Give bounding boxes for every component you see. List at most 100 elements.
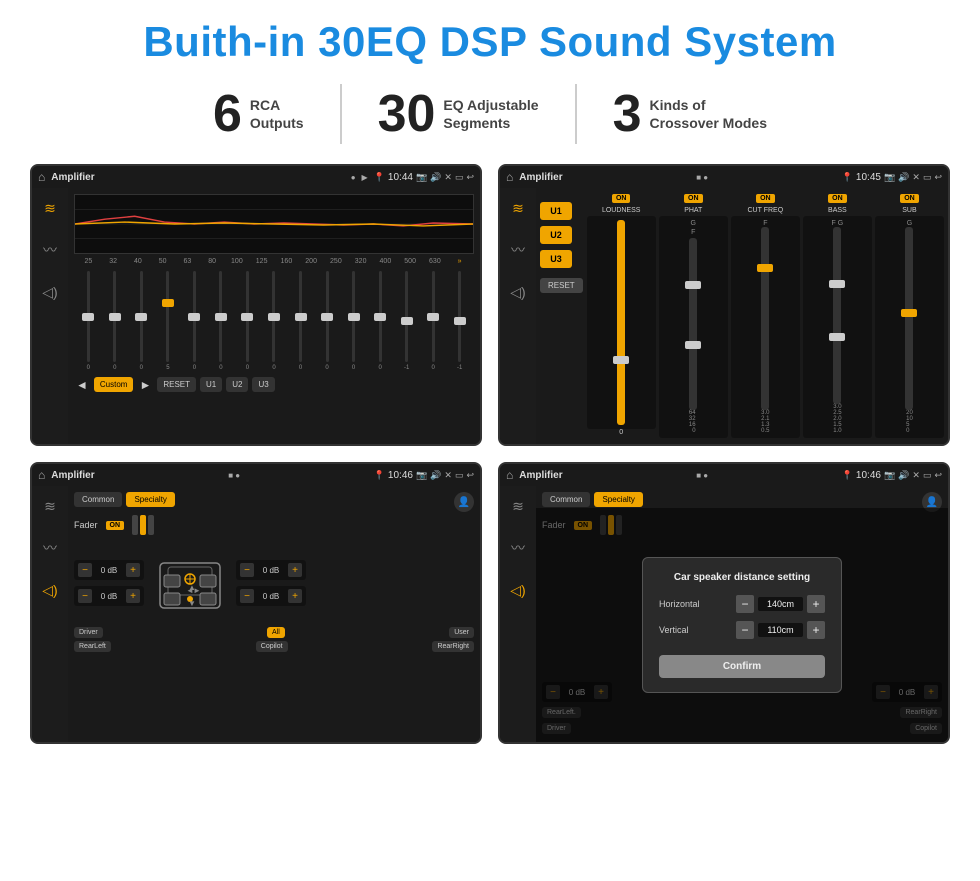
dlg-home-icon[interactable]: ⌂: [506, 468, 513, 482]
dlg-status-bar: ⌂ Amplifier ■ ● 📍 10:46 📷 🔊 ✕ ▭ ↩: [500, 464, 948, 486]
cx-bass-slider[interactable]: F G 3.02.52.01.51.0: [803, 216, 872, 438]
eq-u2-btn[interactable]: U2: [226, 377, 248, 392]
sp-copilot-label[interactable]: Copilot: [256, 641, 288, 652]
sp-filter-icon[interactable]: ≋: [38, 494, 62, 518]
sp-user-label[interactable]: User: [449, 627, 474, 638]
eq-slider-1[interactable]: 0: [103, 271, 128, 371]
cx-filter-icon[interactable]: ≋: [506, 196, 530, 220]
cx-u3-btn[interactable]: U3: [540, 250, 572, 268]
eq-slider-4[interactable]: 0: [182, 271, 207, 371]
eq-filter-icon[interactable]: ≋: [38, 196, 62, 220]
eq-dot-icon: ●: [351, 173, 356, 182]
eq-location-icon: 📍: [374, 172, 385, 183]
sp-vol-rr-value: 0 dB: [257, 592, 285, 601]
eq-freq-250: 250: [324, 258, 349, 265]
sp-common-tab[interactable]: Common: [74, 492, 122, 507]
sp-vol-fr-minus[interactable]: −: [240, 563, 254, 577]
sp-vol-fl-minus[interactable]: −: [78, 563, 92, 577]
dlg-window-icon: ▭: [923, 470, 932, 481]
eq-slider-9[interactable]: 0: [315, 271, 340, 371]
eq-home-icon[interactable]: ⌂: [38, 170, 45, 184]
cx-speaker-icon[interactable]: ◁): [506, 280, 530, 304]
eq-wave-icon[interactable]: 〰: [38, 238, 62, 262]
eq-back-icon[interactable]: ↩: [466, 172, 474, 183]
eq-expand-icon[interactable]: »: [447, 258, 472, 265]
cx-back-icon[interactable]: ↩: [934, 172, 942, 183]
eq-slider-0[interactable]: 0: [76, 271, 101, 371]
sp-vol-fr-plus[interactable]: +: [288, 563, 302, 577]
dialog-horizontal-minus[interactable]: −: [736, 595, 754, 613]
sp-rearright-label[interactable]: RearRight: [432, 641, 474, 652]
dlg-wave-icon[interactable]: 〰: [506, 536, 530, 560]
sp-home-icon[interactable]: ⌂: [38, 468, 45, 482]
eq-u3-btn[interactable]: U3: [252, 377, 274, 392]
sp-vol-rr-minus[interactable]: −: [240, 589, 254, 603]
dialog-box: Car speaker distance setting Horizontal …: [642, 557, 842, 693]
eq-slider-13[interactable]: 0: [421, 271, 446, 371]
sp-fader-on[interactable]: ON: [106, 521, 125, 530]
cx-home-icon[interactable]: ⌂: [506, 170, 513, 184]
eq-slider-8[interactable]: 0: [288, 271, 313, 371]
sp-x-icon: ✕: [444, 470, 452, 481]
dialog-vertical-plus[interactable]: +: [807, 621, 825, 639]
eq-slider-12[interactable]: -1: [394, 271, 419, 371]
sp-tabs-row: Common Specialty: [74, 492, 474, 507]
cx-channels: ON LOUDNESS 0: [587, 194, 944, 438]
sp-vol-rr-plus[interactable]: +: [288, 589, 302, 603]
eq-slider-6[interactable]: 0: [235, 271, 260, 371]
sp-specialty-tab[interactable]: Specialty: [126, 492, 174, 507]
eq-u1-btn[interactable]: U1: [200, 377, 222, 392]
sp-driver-label[interactable]: Driver: [74, 627, 103, 638]
sp-vol-rr: − 0 dB +: [236, 586, 306, 606]
dialog-horizontal-plus[interactable]: +: [807, 595, 825, 613]
cx-channel-bass: ON BASS F G 3.02.52.01.51.0: [803, 194, 872, 438]
dialog-vertical-minus[interactable]: −: [736, 621, 754, 639]
dlg-specialty-tab[interactable]: Specialty: [594, 492, 642, 507]
eq-slider-5[interactable]: 0: [209, 271, 234, 371]
eq-custom-btn[interactable]: Custom: [94, 377, 134, 392]
dlg-filter-icon[interactable]: ≋: [506, 494, 530, 518]
eq-next-btn[interactable]: ►: [137, 378, 153, 392]
dialog-confirm-button[interactable]: Confirm: [659, 655, 825, 678]
sp-vol-rl-minus[interactable]: −: [78, 589, 92, 603]
cx-loudness-slider[interactable]: [587, 216, 656, 429]
cx-wave-icon[interactable]: 〰: [506, 238, 530, 262]
cx-cutfreq-slider[interactable]: F 3.02.11.30.5: [731, 216, 800, 438]
sp-back-icon[interactable]: ↩: [466, 470, 474, 481]
dlg-status-icons: 📍 10:46 📷 🔊 ✕ ▭ ↩: [842, 470, 942, 481]
sp-all-label[interactable]: All: [267, 627, 285, 638]
cx-sub-slider[interactable]: G 201050: [875, 216, 944, 438]
sp-rearleft-label[interactable]: RearLeft: [74, 641, 111, 652]
eq-slider-3[interactable]: 5: [156, 271, 181, 371]
eq-speaker-icon[interactable]: ◁): [38, 280, 62, 304]
sp-vol-fl-plus[interactable]: +: [126, 563, 140, 577]
sp-wave-icon[interactable]: 〰: [38, 536, 62, 560]
cx-bass-on[interactable]: ON: [828, 194, 847, 203]
eq-prev-btn[interactable]: ◄: [74, 378, 90, 392]
dlg-back-icon[interactable]: ↩: [934, 470, 942, 481]
stat-text-crossover: Kinds ofCrossover Modes: [650, 96, 767, 132]
cx-cutfreq-on[interactable]: ON: [756, 194, 775, 203]
cx-phat-slider[interactable]: G F 6432160: [659, 216, 728, 438]
eq-slider-14[interactable]: -1: [447, 271, 472, 371]
dlg-speaker-icon[interactable]: ◁): [506, 578, 530, 602]
cx-sub-on[interactable]: ON: [900, 194, 919, 203]
cx-u1-btn[interactable]: U1: [540, 202, 572, 220]
dlg-common-tab[interactable]: Common: [542, 492, 590, 507]
cx-phat-on[interactable]: ON: [684, 194, 703, 203]
stat-crossover: 3 Kinds ofCrossover Modes: [577, 88, 803, 140]
dialog-screen-card: ⌂ Amplifier ■ ● 📍 10:46 📷 🔊 ✕ ▭ ↩ ≋ 〰 ◁): [498, 462, 950, 744]
eq-slider-7[interactable]: 0: [262, 271, 287, 371]
cx-u2-btn[interactable]: U2: [540, 226, 572, 244]
eq-slider-10[interactable]: 0: [341, 271, 366, 371]
eq-left-icons: ≋ 〰 ◁): [32, 188, 68, 444]
eq-slider-2[interactable]: 0: [129, 271, 154, 371]
sp-speaker-icon[interactable]: ◁): [38, 578, 62, 602]
eq-slider-11[interactable]: 0: [368, 271, 393, 371]
cx-loudness-on[interactable]: ON: [612, 194, 631, 203]
sp-profile-icon[interactable]: 👤: [454, 492, 474, 512]
dlg-app-title: Amplifier: [519, 470, 562, 481]
eq-reset-btn[interactable]: RESET: [157, 377, 196, 392]
sp-vol-rl-plus[interactable]: +: [126, 589, 140, 603]
cx-reset-btn[interactable]: RESET: [540, 278, 583, 293]
